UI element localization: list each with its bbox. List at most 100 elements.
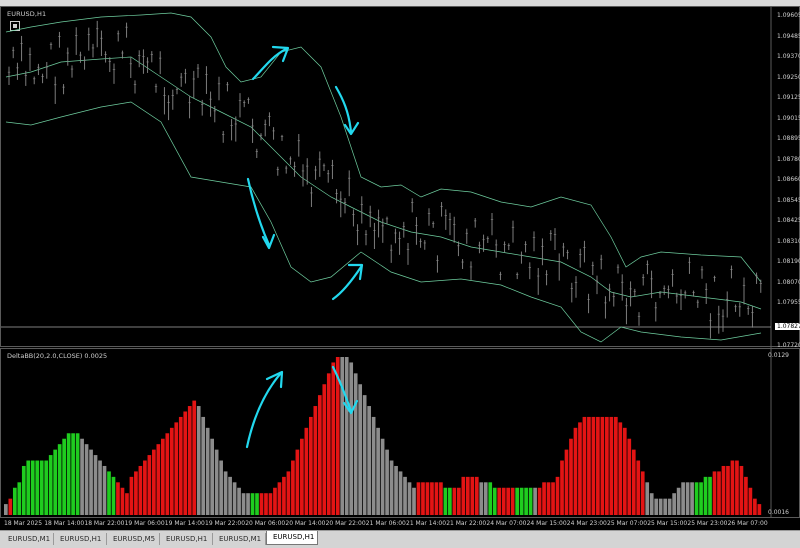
time-axis-label: 19 Mar 22:00 <box>205 520 246 527</box>
histogram-bar <box>84 444 89 515</box>
histogram-bar <box>93 455 98 515</box>
histogram-bar <box>367 406 371 515</box>
histogram-bar <box>331 362 336 515</box>
chart-tab-3[interactable]: EURUSD,M5 <box>107 533 160 545</box>
histogram-bar <box>30 460 35 515</box>
chart-tab-2[interactable]: EURUSD,H1 <box>54 533 107 545</box>
time-axis-label: 21 Mar 14:00 <box>406 520 447 527</box>
histogram-bar <box>358 384 363 515</box>
histogram-bar <box>578 422 582 515</box>
histogram-bar <box>703 476 708 515</box>
histogram-bar <box>757 504 762 515</box>
histogram-bar <box>717 471 721 515</box>
histogram-bar <box>510 487 515 515</box>
price-level-label: 1.08425 <box>777 217 800 224</box>
histogram-bar <box>53 449 58 515</box>
time-axis-label: 18 Mar 14:00 <box>44 520 85 527</box>
histogram-bar <box>533 487 537 515</box>
histogram-bar <box>313 406 318 515</box>
histogram-bar <box>591 416 596 515</box>
histogram-bar <box>264 493 268 515</box>
histogram-bar <box>12 487 17 515</box>
histogram-bar <box>183 411 188 515</box>
arrow-down-2 <box>246 177 271 247</box>
histogram-bar <box>690 482 694 515</box>
histogram-bar <box>156 444 161 515</box>
histogram-bar <box>457 487 461 515</box>
indicator-pane[interactable]: DeltaBB(20,2.0,CLOSE) 0.0025 0.0129 0.00… <box>0 348 800 519</box>
histogram-bar <box>524 487 528 515</box>
histogram-bar <box>582 416 587 515</box>
histogram-bar <box>573 427 578 515</box>
histogram-bar <box>214 449 219 515</box>
histogram-bar <box>66 433 71 515</box>
histogram-bar <box>712 471 717 515</box>
histogram-bar <box>636 460 641 515</box>
histogram-bar <box>291 460 295 515</box>
time-axis-label: 20 Mar 06:00 <box>245 520 286 527</box>
price-level-label: 1.09370 <box>777 53 800 60</box>
histogram-bar <box>246 493 250 515</box>
histogram-bar <box>439 482 443 515</box>
histogram-bar <box>210 438 215 515</box>
histogram-bar <box>178 416 183 515</box>
histogram-bar <box>551 482 555 515</box>
histogram-bar <box>39 460 44 515</box>
chart-tab-5[interactable]: EURUSD,M1 <box>213 533 266 545</box>
histogram-bar <box>4 504 8 515</box>
histogram-bar <box>622 427 627 515</box>
histogram-bar <box>519 487 524 515</box>
histogram-bar <box>241 493 246 515</box>
histogram-bar <box>228 476 232 515</box>
histogram-bar <box>26 460 31 515</box>
chart-tab-6[interactable]: EURUSD,H1 <box>266 531 318 545</box>
histogram-bar <box>349 362 354 515</box>
time-axis-label: 26 Mar 07:00 <box>727 520 768 527</box>
chart-tab-4[interactable]: EURUSD,H1 <box>160 533 213 545</box>
histogram-bar <box>596 416 600 515</box>
price-level-label: 1.08070 <box>777 278 800 286</box>
price-level-label: 1.09125 <box>777 94 800 101</box>
histogram-bar <box>416 482 421 515</box>
histogram-bar <box>618 422 623 515</box>
histogram-bar <box>537 487 542 515</box>
histogram-bar <box>120 487 125 515</box>
main-chart-pane[interactable]: EURUSD,H1 1.09605 1.09485 1.09370 1.09250 1.… <box>0 6 800 349</box>
price-level-label: 1.08895 <box>777 135 800 142</box>
histogram-bar <box>443 487 448 515</box>
histogram-bar <box>219 460 223 515</box>
histogram-bar <box>35 460 40 515</box>
histogram-bar <box>169 427 174 515</box>
histogram-bar <box>676 487 681 515</box>
histogram-bar <box>394 465 398 515</box>
histogram-bar <box>21 465 26 515</box>
time-axis-label: 19 Mar 06:00 <box>124 520 165 527</box>
indicator-arrow-up <box>245 371 283 449</box>
histogram-bar <box>232 482 237 515</box>
histogram-bar <box>71 433 75 515</box>
time-axis: 18 Mar 2025 18 Mar 14:00 18 Mar 22:00 19 Ma… <box>0 518 800 530</box>
histogram-bar <box>75 433 80 515</box>
histogram-bar <box>654 498 659 515</box>
histogram-bar <box>546 482 551 515</box>
histogram-bar <box>605 416 609 515</box>
histogram-bar <box>129 476 134 515</box>
histogram-bar <box>564 449 569 515</box>
histogram-bar <box>560 460 564 515</box>
time-axis-label: 20 Mar 22:00 <box>325 520 366 527</box>
histogram-bar <box>98 460 102 515</box>
histogram-bar <box>501 487 506 515</box>
price-level-label: 1.09485 <box>777 32 800 40</box>
histogram-bar <box>107 471 111 515</box>
price-level-label: 1.09250 <box>777 73 800 81</box>
time-axis-label: 24 Mar 23:00 <box>566 520 607 527</box>
indicator-scale-bottom: 0.0016 <box>768 509 789 516</box>
histogram-bar <box>448 487 452 515</box>
chart-tab-1[interactable]: EURUSD,M1 <box>2 533 54 545</box>
histogram-bar <box>470 476 475 515</box>
histogram-bar <box>694 482 699 515</box>
histogram-bar <box>672 493 676 515</box>
histogram-bar <box>317 395 322 515</box>
histogram-bar <box>286 471 291 515</box>
bollinger-lower-band <box>5 101 762 343</box>
